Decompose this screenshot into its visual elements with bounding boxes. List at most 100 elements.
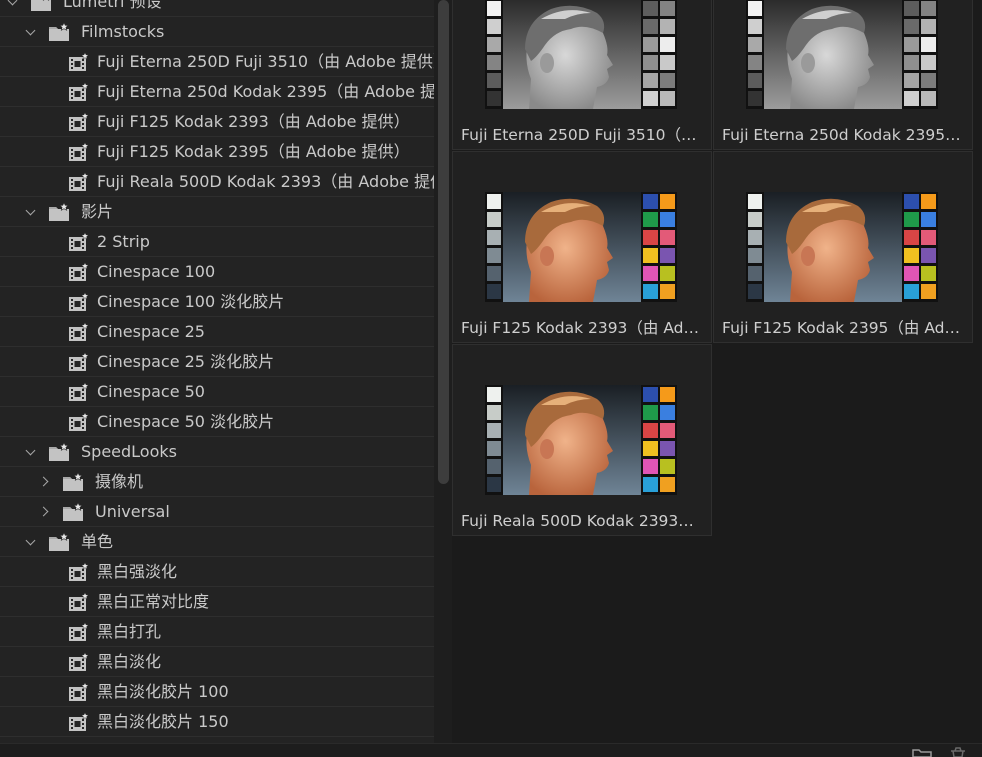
preset-thumbnail-tile[interactable]: Fuji Eterna 250D Fuji 3510（由 Adobe 提供） xyxy=(452,0,712,150)
tree-preset-row[interactable]: Cinespace 100 淡化胶片 xyxy=(0,287,434,317)
preset-label: Fuji Eterna 250d Kodak 2395（由 Adobe 提供） xyxy=(97,82,434,101)
tree-preset-row[interactable]: Cinespace 50 淡化胶片 xyxy=(0,407,434,437)
preset-label: Fuji Reala 500D Kodak 2393（由 Adobe 提供） xyxy=(97,172,434,191)
preset-label: Cinespace 50 淡化胶片 xyxy=(97,412,275,431)
presets-tree: Lumetri 预设 Filmstocks Fuji Eterna 250D F… xyxy=(0,0,434,743)
tree-folder-row[interactable]: Filmstocks xyxy=(0,17,434,47)
preset-thumbnail-tile[interactable]: Fuji Eterna 250d Kodak 2395（由 Adobe 提供） xyxy=(713,0,973,150)
tree-preset-row[interactable]: Fuji Eterna 250d Kodak 2395（由 Adobe 提供） xyxy=(0,77,434,107)
preset-preview-image xyxy=(746,0,938,109)
preset-thumbnail-grid: Fuji Eterna 250D Fuji 3510（由 Adobe 提供） F… xyxy=(452,0,982,743)
preset-thumbnail-tile[interactable]: Fuji Reala 500D Kodak 2393（由 Adobe 提供） xyxy=(452,344,712,536)
preset-icon xyxy=(68,171,90,192)
preset-preview-image xyxy=(485,192,677,302)
preset-icon xyxy=(68,231,90,252)
preset-icon xyxy=(68,591,90,612)
preset-icon xyxy=(68,321,90,342)
preset-icon xyxy=(68,81,90,102)
tree-folder-row[interactable]: Universal xyxy=(0,497,434,527)
folder-label: Universal xyxy=(95,502,170,521)
preset-label: 黑白强淡化 xyxy=(97,562,178,581)
preset-label: Fuji F125 Kodak 2395（由 Adobe 提供） xyxy=(97,142,410,161)
preset-label: Cinespace 100 xyxy=(97,262,216,281)
preset-preview-image xyxy=(746,192,938,302)
folder-star-icon xyxy=(30,0,52,12)
tree-preset-row[interactable]: Fuji F125 Kodak 2395（由 Adobe 提供） xyxy=(0,137,434,167)
tree-folder-row[interactable]: SpeedLooks xyxy=(0,437,434,467)
tree-preset-row[interactable]: Cinespace 25 淡化胶片 xyxy=(0,347,434,377)
folder-label: Filmstocks xyxy=(81,22,165,41)
preset-icon xyxy=(68,711,90,732)
preset-label: 黑白淡化 xyxy=(97,652,162,671)
preset-icon xyxy=(68,351,90,372)
folder-star-icon xyxy=(48,21,70,42)
preset-label: Cinespace 100 淡化胶片 xyxy=(97,292,285,311)
preset-icon xyxy=(68,291,90,312)
preset-label: Cinespace 25 xyxy=(97,322,205,341)
preset-label: Cinespace 50 xyxy=(97,382,205,401)
tree-preset-row[interactable]: 黑白淡化胶片 100 xyxy=(0,677,434,707)
preset-label: Cinespace 25 淡化胶片 xyxy=(97,352,275,371)
tree-preset-row[interactable]: 黑白正常对比度 xyxy=(0,587,434,617)
preset-icon xyxy=(68,621,90,642)
tree-scrollbar-thumb[interactable] xyxy=(438,0,449,484)
tree-folder-row[interactable]: 摄像机 xyxy=(0,467,434,497)
preset-thumbnail-label: Fuji F125 Kodak 2393（由 Adobe 提供） xyxy=(461,319,705,337)
preset-label: Fuji Eterna 250D Fuji 3510（由 Adobe 提供） xyxy=(97,52,434,71)
folder-label: Lumetri 预设 xyxy=(63,0,162,11)
folder-star-icon xyxy=(62,471,84,492)
panel-footer xyxy=(0,743,982,757)
folder-star-icon xyxy=(48,201,70,222)
tree-preset-row[interactable]: Fuji F125 Kodak 2393（由 Adobe 提供） xyxy=(0,107,434,137)
preset-icon xyxy=(68,651,90,672)
preset-icon xyxy=(68,411,90,432)
tree-preset-row[interactable]: 2 Strip xyxy=(0,227,434,257)
preset-label: 黑白淡化胶片 150 xyxy=(97,712,229,731)
tree-preset-row[interactable]: 黑白淡化 xyxy=(0,647,434,677)
preset-thumbnail-tile[interactable]: Fuji F125 Kodak 2393（由 Adobe 提供） xyxy=(452,151,712,343)
tree-folder-row[interactable]: 影片 xyxy=(0,197,434,227)
chevron-down-icon[interactable] xyxy=(24,437,38,466)
preset-icon xyxy=(68,141,90,162)
tree-preset-row[interactable]: Fuji Eterna 250D Fuji 3510（由 Adobe 提供） xyxy=(0,47,434,77)
folder-label: SpeedLooks xyxy=(81,442,177,461)
preset-label: 黑白正常对比度 xyxy=(97,592,210,611)
preset-label: 黑白淡化胶片 100 xyxy=(97,682,229,701)
tree-preset-row[interactable]: Fuji Reala 500D Kodak 2393（由 Adobe 提供） xyxy=(0,167,434,197)
preset-thumbnail-tile[interactable]: Fuji F125 Kodak 2395（由 Adobe 提供） xyxy=(713,151,973,343)
preset-label: 2 Strip xyxy=(97,232,150,251)
preset-icon xyxy=(68,111,90,132)
preset-icon xyxy=(68,381,90,402)
folder-star-icon xyxy=(48,441,70,462)
chevron-down-icon[interactable] xyxy=(24,197,38,226)
preset-icon xyxy=(68,51,90,72)
folder-label: 单色 xyxy=(81,532,114,551)
chevron-right-icon[interactable] xyxy=(38,467,52,496)
tree-folder-row[interactable]: 单色 xyxy=(0,527,434,557)
chevron-right-icon[interactable] xyxy=(38,497,52,526)
folder-label: 影片 xyxy=(81,202,114,221)
chevron-down-icon[interactable] xyxy=(24,527,38,556)
folder-star-icon xyxy=(62,501,84,522)
preset-preview-image xyxy=(485,385,677,495)
tree-preset-row[interactable]: 黑白淡化胶片 150 xyxy=(0,707,434,737)
preset-icon xyxy=(68,261,90,282)
tree-preset-row[interactable]: 黑白打孔 xyxy=(0,617,434,647)
chevron-down-icon[interactable] xyxy=(24,17,38,46)
preset-icon xyxy=(68,561,90,582)
preset-preview-image xyxy=(485,0,677,109)
tree-preset-row[interactable]: Cinespace 25 xyxy=(0,317,434,347)
preset-thumbnail-label: Fuji Eterna 250D Fuji 3510（由 Adobe 提供） xyxy=(461,126,705,144)
tree-preset-row[interactable]: Cinespace 50 xyxy=(0,377,434,407)
preset-icon xyxy=(68,681,90,702)
tree-preset-row[interactable]: 黑白强淡化 xyxy=(0,557,434,587)
preset-label: 黑白打孔 xyxy=(97,622,162,641)
tree-folder-row[interactable]: Lumetri 预设 xyxy=(0,0,434,17)
preset-label: Fuji F125 Kodak 2393（由 Adobe 提供） xyxy=(97,112,410,131)
preset-thumbnail-label: Fuji Reala 500D Kodak 2393（由 Adobe 提供） xyxy=(461,512,705,530)
folder-label: 摄像机 xyxy=(95,472,144,491)
chevron-down-icon[interactable] xyxy=(6,0,20,16)
preset-thumbnail-label: Fuji F125 Kodak 2395（由 Adobe 提供） xyxy=(722,319,966,337)
tree-preset-row[interactable]: Cinespace 100 xyxy=(0,257,434,287)
preset-thumbnail-label: Fuji Eterna 250d Kodak 2395（由 Adobe 提供） xyxy=(722,126,966,144)
